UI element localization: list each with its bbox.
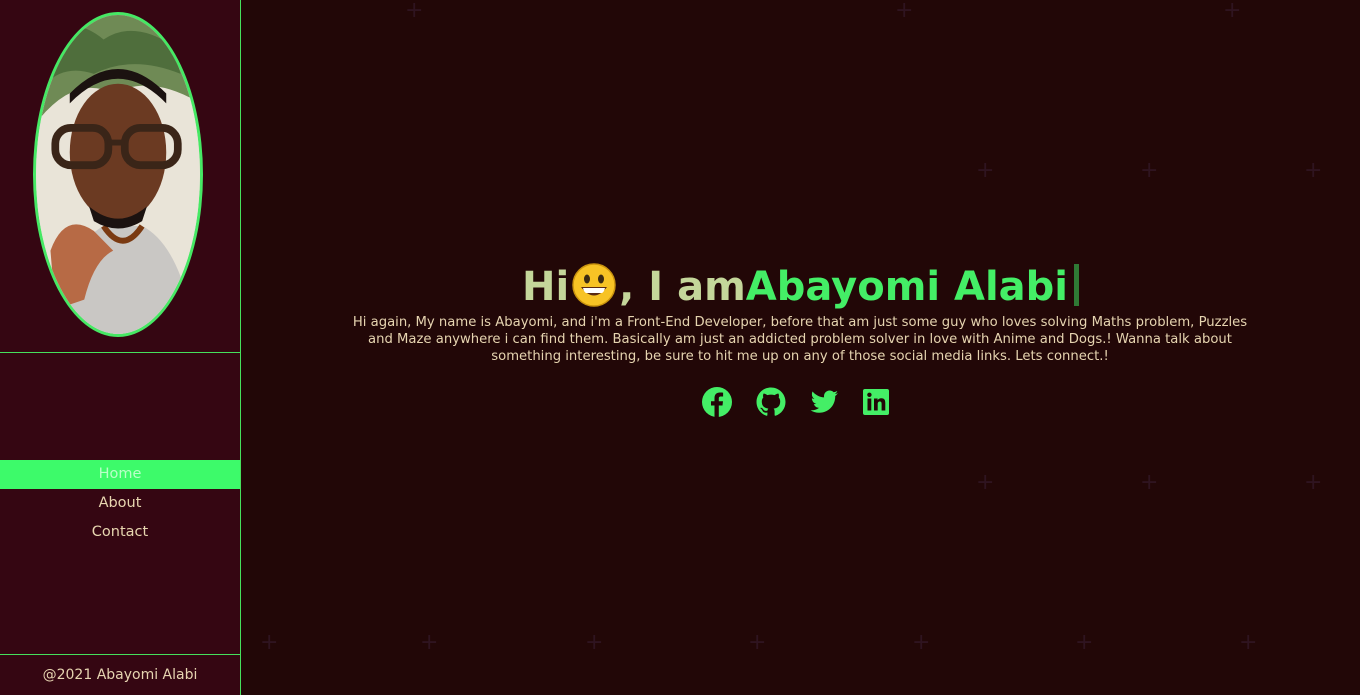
sidebar-divider-bottom [0,654,240,655]
sidebar-divider-top [0,352,240,353]
grinning-face-icon [572,263,616,307]
social-links [0,386,1360,418]
avatar [33,12,203,337]
footer-copyright: @2021 Abayomi Alabi [42,667,198,683]
facebook-link[interactable] [701,386,733,418]
nav-item-home[interactable]: Home [0,460,240,489]
facebook-icon [702,387,732,417]
sidebar: Home About Contact @2021 Abayomi Alabi [0,0,241,695]
nav-item-about[interactable]: About [0,489,240,518]
hero-heading: Hi , I amAbayomi Alabi [241,262,1360,310]
hero-name: Abayomi Alabi [745,264,1069,310]
greeting-rest: , I am [619,264,746,310]
hero-bio: Hi again, My name is Abayomi, and i'm a … [352,315,1248,364]
avatar-photo [36,15,200,334]
github-link[interactable] [755,386,787,418]
twitter-icon [810,390,838,413]
greeting-hi: Hi [521,264,570,310]
sidebar-nav: Home About Contact [0,460,240,547]
linkedin-icon [863,389,889,415]
twitter-link[interactable] [808,386,840,418]
typing-cursor [1074,264,1080,306]
linkedin-link[interactable] [860,386,892,418]
nav-item-contact[interactable]: Contact [0,518,240,547]
github-icon [756,387,786,416]
